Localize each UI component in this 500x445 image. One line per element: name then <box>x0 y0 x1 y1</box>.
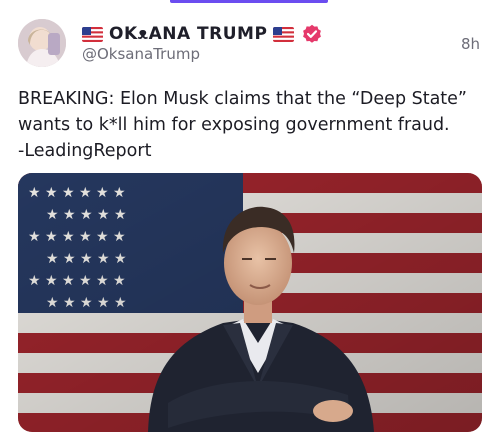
post-media-image[interactable]: ★ ★ ★ ★ ★ ★ ★ ★ ★ ★ ★ ★ ★ ★ ★ ★ ★ ★ ★ ★ … <box>18 173 482 432</box>
verified-badge-icon <box>302 24 322 44</box>
post-card[interactable]: OKᴥANA TRUMP @OksanaTrump 8h BREAKING: E… <box>0 0 500 445</box>
us-flag-emoji-icon <box>273 26 295 42</box>
photo-man-in-front-of-american-flag-icon: ★ ★ ★ ★ ★ ★ ★ ★ ★ ★ ★ ★ ★ ★ ★ ★ ★ ★ ★ ★ … <box>18 173 482 432</box>
post-text-line: -LeadingReport <box>18 141 152 161</box>
author-name-row[interactable]: OKᴥANA TRUMP <box>82 22 322 46</box>
avatar[interactable] <box>18 19 66 67</box>
post-timestamp[interactable]: 8h <box>461 35 480 53</box>
post-text-line: wants to k*ll him for exposing governmen… <box>18 115 450 135</box>
us-flag-emoji-icon <box>82 26 103 42</box>
author-display-name[interactable]: OKᴥANA TRUMP <box>109 24 267 44</box>
scroll-accent-bar <box>170 0 328 3</box>
avatar-photo-icon <box>18 19 66 67</box>
post-text: BREAKING: Elon Musk claims that the “Dee… <box>18 86 488 164</box>
post-text-line: BREAKING: Elon Musk claims that the “Dee… <box>18 89 468 109</box>
author-handle[interactable]: @OksanaTrump <box>82 45 200 63</box>
